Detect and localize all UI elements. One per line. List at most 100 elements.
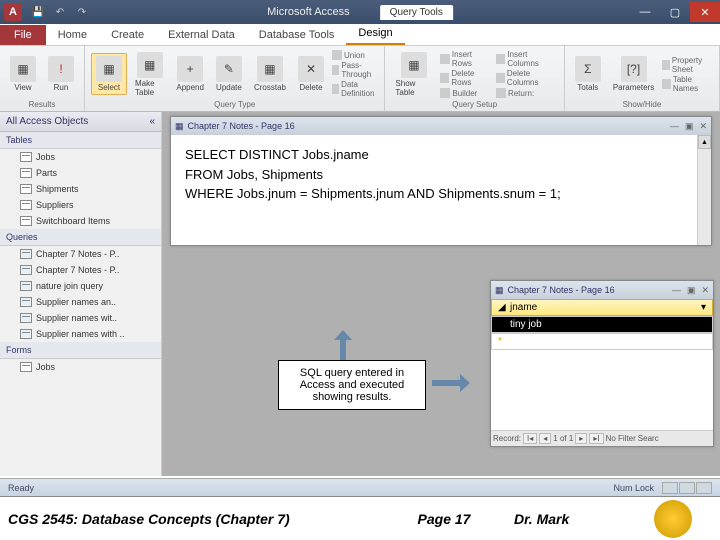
builder-button[interactable]: Builder <box>440 88 492 98</box>
insert-rows-icon <box>440 54 449 64</box>
delete-cols-button[interactable]: Delete Columns <box>496 69 558 87</box>
close-button[interactable]: ✕ <box>690 2 720 22</box>
union-icon <box>332 50 342 60</box>
maximize-button[interactable]: ▢ <box>660 2 690 22</box>
undo-icon[interactable]: ↶ <box>52 4 68 20</box>
footer-author: Dr. Mark <box>514 511 654 527</box>
status-ready: Ready <box>8 483 34 493</box>
delete-button[interactable]: ✕Delete <box>294 54 328 94</box>
tab-design[interactable]: Design <box>346 23 404 45</box>
chevron-left-icon[interactable]: « <box>149 116 155 127</box>
doc-restore-icon[interactable]: ▣ <box>687 285 696 296</box>
new-row[interactable]: * <box>491 333 713 350</box>
nav-item[interactable]: Suppliers <box>0 197 161 213</box>
doc-title: Chapter 7 Notes - Page 16 <box>188 121 295 131</box>
navpane-header[interactable]: All Access Objects « <box>0 112 161 132</box>
minimize-button[interactable]: — <box>630 2 660 22</box>
design-view-button[interactable] <box>696 482 712 494</box>
doc-minimize-icon[interactable]: — <box>672 285 681 296</box>
sql-editor[interactable]: SELECT DISTINCT Jobs.jname FROM Jobs, Sh… <box>171 135 711 215</box>
passthrough-button[interactable]: Pass-Through <box>332 61 378 79</box>
return-button[interactable]: Return: <box>496 88 558 98</box>
insert-rows-button[interactable]: Insert Rows <box>440 50 492 68</box>
crosstab-button[interactable]: ▦Crosstab <box>250 54 290 94</box>
tab-create[interactable]: Create <box>99 25 156 45</box>
save-icon[interactable]: 💾 <box>30 4 46 20</box>
update-icon: ✎ <box>216 56 242 82</box>
nav-item[interactable]: Chapter 7 Notes - P.. <box>0 246 161 262</box>
redo-icon[interactable]: ↷ <box>74 4 90 20</box>
next-record-button[interactable]: ▸ <box>575 433 587 444</box>
app-icon: A <box>4 3 22 21</box>
document-canvas: ▦ Chapter 7 Notes - Page 16 — ▣ ✕ SELECT… <box>162 112 720 476</box>
datasheet-grid[interactable]: ◢ jname ▾ tiny job * <box>491 299 713 430</box>
table-names-button[interactable]: Table Names <box>662 75 713 93</box>
table-icon <box>20 329 32 339</box>
table-names-icon <box>662 79 671 89</box>
record-navigator: Record: I◂ ◂ 1 of 1 ▸ ▸I No Filter Searc <box>491 430 713 446</box>
data-row[interactable]: tiny job <box>491 316 713 333</box>
search-label[interactable]: Searc <box>638 434 659 443</box>
totals-button[interactable]: ΣTotals <box>571 54 605 94</box>
run-button[interactable]: !Run <box>44 54 78 94</box>
nav-item[interactable]: Jobs <box>0 149 161 165</box>
navsection-forms[interactable]: Forms <box>0 342 161 359</box>
tab-home[interactable]: Home <box>46 25 99 45</box>
doc-minimize-icon[interactable]: — <box>670 121 679 132</box>
doc-restore-icon[interactable]: ▣ <box>685 121 694 132</box>
column-header[interactable]: ◢ jname ▾ <box>491 299 713 316</box>
ribbon: ▦View !Run Results ▦Select ▦Make Table +… <box>0 46 720 112</box>
no-filter-label: No Filter <box>606 434 636 443</box>
return-icon <box>496 88 506 98</box>
passthrough-icon <box>332 65 339 75</box>
scroll-up-icon[interactable]: ▲ <box>698 135 711 149</box>
delete-icon: ✕ <box>298 56 324 82</box>
show-table-button[interactable]: ▦Show Table <box>391 50 436 99</box>
last-record-button[interactable]: ▸I <box>589 433 603 444</box>
select-icon: ▦ <box>96 56 122 82</box>
select-button[interactable]: ▦Select <box>91 53 127 95</box>
show-table-icon: ▦ <box>401 52 427 78</box>
union-button[interactable]: Union <box>332 50 378 60</box>
nav-item[interactable]: Shipments <box>0 181 161 197</box>
navsection-tables[interactable]: Tables <box>0 132 161 149</box>
nav-item[interactable]: Jobs <box>0 359 161 375</box>
tab-file[interactable]: File <box>0 25 46 45</box>
append-button[interactable]: +Append <box>172 54 208 94</box>
sql-view-button[interactable] <box>679 482 695 494</box>
navsection-queries[interactable]: Queries <box>0 229 161 246</box>
table-icon <box>20 362 32 372</box>
parameters-button[interactable]: [?]Parameters <box>609 54 658 94</box>
numlock-indicator: Num Lock <box>613 483 654 493</box>
datadef-button[interactable]: Data Definition <box>332 80 378 98</box>
totals-icon: Σ <box>575 56 601 82</box>
nav-item[interactable]: Parts <box>0 165 161 181</box>
view-button[interactable]: ▦View <box>6 54 40 94</box>
nav-item[interactable]: Chapter 7 Notes - P.. <box>0 262 161 278</box>
make-table-icon: ▦ <box>137 52 163 78</box>
doc-close-icon[interactable]: ✕ <box>699 121 707 132</box>
nav-item[interactable]: Switchboard Items <box>0 213 161 229</box>
nav-item[interactable]: Supplier names with .. <box>0 326 161 342</box>
record-position: 1 of 1 <box>553 434 573 443</box>
dropdown-icon[interactable]: ▾ <box>701 302 706 313</box>
nav-item[interactable]: nature join query <box>0 278 161 294</box>
update-button[interactable]: ✎Update <box>212 54 246 94</box>
first-record-button[interactable]: I◂ <box>523 433 537 444</box>
nav-item[interactable]: Supplier names wit.. <box>0 310 161 326</box>
make-table-button[interactable]: ▦Make Table <box>131 50 168 99</box>
table-icon <box>20 249 32 259</box>
nav-item[interactable]: Supplier names an.. <box>0 294 161 310</box>
vertical-scrollbar[interactable]: ▲ <box>697 135 711 245</box>
builder-icon <box>440 88 450 98</box>
insert-cols-button[interactable]: Insert Columns <box>496 50 558 68</box>
tab-external-data[interactable]: External Data <box>156 25 247 45</box>
property-sheet-button[interactable]: Property Sheet <box>662 56 713 74</box>
delete-rows-button[interactable]: Delete Rows <box>440 69 492 87</box>
doc-close-icon[interactable]: ✕ <box>701 285 709 296</box>
tab-database-tools[interactable]: Database Tools <box>247 25 347 45</box>
table-icon <box>20 200 32 210</box>
prev-record-button[interactable]: ◂ <box>539 433 551 444</box>
datasheet-view-button[interactable] <box>662 482 678 494</box>
table-icon <box>20 184 32 194</box>
